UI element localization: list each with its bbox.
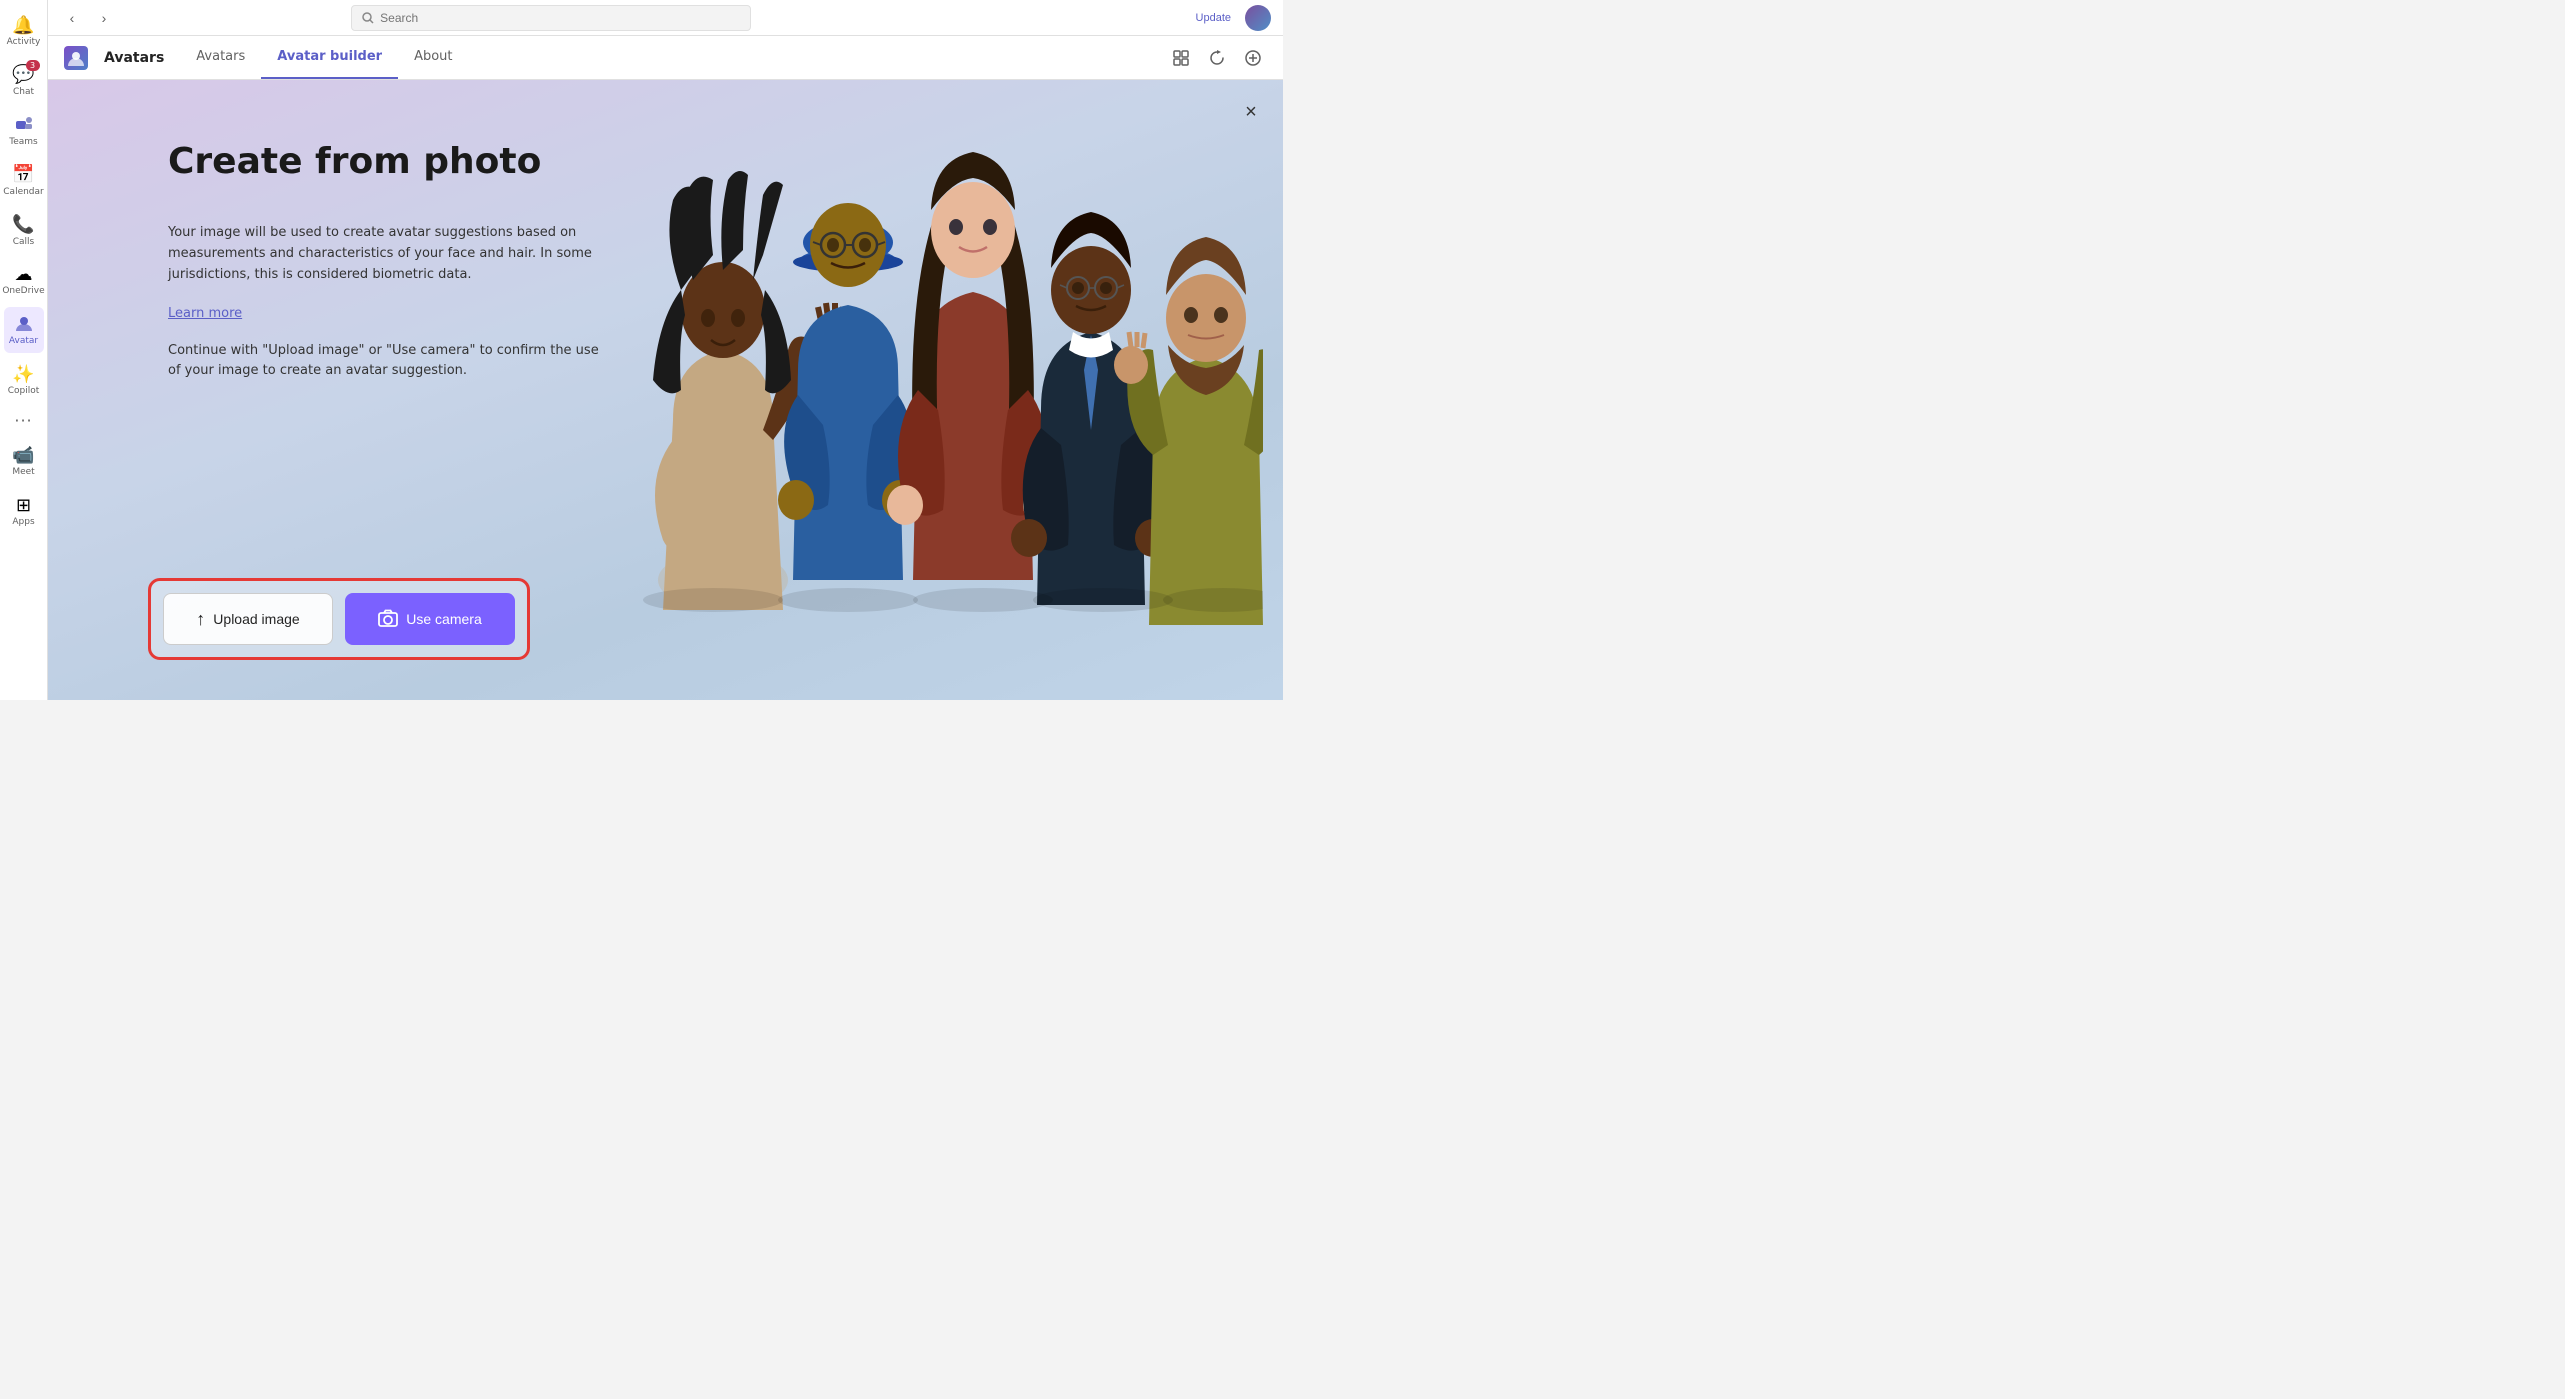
meet-icon: 📹 <box>13 444 35 466</box>
user-avatar[interactable] <box>1245 5 1271 31</box>
sidebar-label-chat: Chat <box>13 88 34 98</box>
sidebar-label-activity: Activity <box>7 38 41 48</box>
page-text-content: Create from photo Your image will be use… <box>168 140 608 382</box>
sidebar-label-calls: Calls <box>13 238 35 248</box>
close-button[interactable]: × <box>1235 96 1267 128</box>
calls-icon: 📞 <box>13 214 35 236</box>
upload-image-button[interactable]: ↑ Upload image <box>163 593 333 645</box>
sidebar-item-calendar[interactable]: 📅 Calendar <box>4 158 44 204</box>
header-icon-add[interactable] <box>1239 44 1267 72</box>
titlebar: ‹ › Update <box>48 0 1283 36</box>
confirm-text: Continue with "Upload image" or "Use cam… <box>168 341 608 383</box>
sidebar-item-apps[interactable]: ⊞ Apps <box>4 488 44 534</box>
sidebar-label-teams: Teams <box>9 138 37 148</box>
calendar-icon: 📅 <box>13 164 35 186</box>
sidebar-item-teams[interactable]: Teams <box>4 108 44 154</box>
tab-avatars[interactable]: Avatars <box>180 36 261 79</box>
sidebar-label-onedrive: OneDrive <box>2 287 44 297</box>
tab-avatar-builder[interactable]: Avatar builder <box>261 36 398 79</box>
activity-icon: 🔔 <box>13 14 35 36</box>
sidebar-item-chat[interactable]: 💬 3 Chat <box>4 58 44 104</box>
camera-label: Use camera <box>406 611 481 627</box>
header-right-icons <box>1167 44 1267 72</box>
sidebar-label-meet: Meet <box>12 468 34 478</box>
search-icon <box>362 12 374 24</box>
teams-icon <box>13 114 35 136</box>
sidebar-more-dots: ··· <box>14 411 32 430</box>
sidebar-label-avatar: Avatar <box>9 337 38 347</box>
onedrive-icon: ☁ <box>13 263 35 285</box>
page-title: Create from photo <box>168 140 608 183</box>
sidebar-item-onedrive[interactable]: ☁ OneDrive <box>4 257 44 303</box>
sidebar-label-copilot: Copilot <box>8 387 40 397</box>
apps-icon: ⊞ <box>13 494 35 516</box>
sidebar-item-avatar[interactable]: Avatar <box>4 307 44 353</box>
avatars-svg <box>613 100 1263 630</box>
app-title: Avatars <box>104 50 164 66</box>
header-icon-1[interactable] <box>1167 44 1195 72</box>
sidebar-item-calls[interactable]: 📞 Calls <box>4 208 44 254</box>
header-icon-refresh[interactable] <box>1203 44 1231 72</box>
page-description: Your image will be used to create avatar… <box>168 223 608 285</box>
main-content: ‹ › Update Avatars Avatars Avatar builde… <box>48 0 1283 700</box>
update-button[interactable]: Update <box>1190 10 1237 26</box>
sidebar-label-calendar: Calendar <box>3 188 43 198</box>
titlebar-right: Update <box>1190 5 1271 31</box>
sidebar-item-copilot[interactable]: ✨ Copilot <box>4 357 44 403</box>
sidebar-label-apps: Apps <box>12 518 34 528</box>
app-tabs: Avatars Avatar builder About <box>180 36 468 79</box>
search-input[interactable] <box>380 11 740 25</box>
learn-more-link[interactable]: Learn more <box>168 306 242 321</box>
bottom-action-area: ↑ Upload image Use camera <box>148 578 530 660</box>
titlebar-nav: ‹ › <box>60 6 116 30</box>
avatar-illustration <box>613 100 1263 650</box>
copilot-icon: ✨ <box>13 363 35 385</box>
forward-button[interactable]: › <box>92 6 116 30</box>
search-box[interactable] <box>351 5 751 31</box>
back-button[interactable]: ‹ <box>60 6 84 30</box>
avatar-sidebar-icon <box>13 313 35 335</box>
use-camera-button[interactable]: Use camera <box>345 593 515 645</box>
chat-badge: 3 <box>26 60 40 71</box>
button-group: ↑ Upload image Use camera <box>148 578 530 660</box>
tab-about[interactable]: About <box>398 36 468 79</box>
camera-icon <box>378 609 398 630</box>
upload-icon: ↑ <box>196 609 205 630</box>
upload-label: Upload image <box>213 611 299 627</box>
app-header: Avatars Avatars Avatar builder About <box>48 36 1283 80</box>
app-logo-icon <box>64 46 88 70</box>
sidebar: 🔔 Activity 💬 3 Chat Teams 📅 Calendar 📞 C… <box>0 0 48 700</box>
page-content-area: × Create from photo Your image will be u… <box>48 80 1283 700</box>
sidebar-item-activity[interactable]: 🔔 Activity <box>4 8 44 54</box>
sidebar-item-meet[interactable]: 📹 Meet <box>4 438 44 484</box>
